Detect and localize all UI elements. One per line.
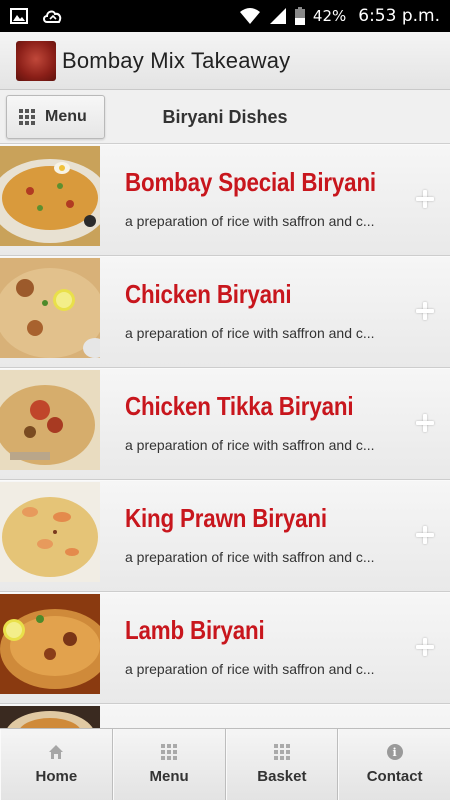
status-indicators: 42% 6:53 p.m. [239, 6, 440, 26]
nav-home-button[interactable]: Home [0, 729, 113, 800]
home-icon [48, 744, 64, 760]
grid-icon [161, 744, 178, 760]
status-notifications [10, 8, 64, 24]
wifi-icon [239, 8, 260, 24]
dish-description: a preparation of rice with saffron and c… [125, 213, 375, 229]
list-item[interactable]: Chicken Biryani a preparation of rice wi… [0, 256, 450, 368]
nav-contact-button[interactable]: i Contact [338, 729, 450, 800]
dish-thumbnail [0, 146, 100, 246]
plus-icon[interactable] [416, 638, 434, 656]
nav-basket-label: Basket [257, 768, 307, 785]
plus-icon[interactable] [416, 526, 434, 544]
plus-icon[interactable] [416, 414, 434, 432]
category-header: Menu Biryani Dishes [0, 90, 450, 144]
page-title: Biryani Dishes [162, 107, 288, 127]
grid-icon [19, 109, 35, 125]
dish-description: a preparation of rice with saffron and c… [125, 437, 375, 453]
dish-name: Bombay Special Biryani [125, 167, 376, 197]
list-item[interactable]: Lamb Biryani a preparation of rice with … [0, 592, 450, 704]
dish-description: a preparation of rice with saffron and c… [125, 325, 375, 341]
menu-button-label: Menu [45, 108, 87, 125]
dish-description: a preparation of rice with saffron and c… [125, 549, 375, 565]
nav-contact-label: Contact [366, 768, 423, 785]
dish-thumbnail [0, 258, 100, 358]
nav-menu-label: Menu [149, 768, 189, 785]
app-title: Bombay Mix Takeaway [62, 47, 291, 73]
dish-name: Chicken Biryani [125, 279, 292, 309]
status-time: 6:53 p.m. [358, 6, 440, 26]
dish-list: Bombay Special Biryani a preparation of … [0, 144, 450, 728]
dish-thumbnail [0, 594, 100, 694]
app-bar: Bombay Mix Takeaway [0, 32, 450, 90]
dish-name: King Prawn Biryani [125, 503, 327, 533]
battery-percent: 42% [312, 7, 347, 25]
signal-icon [269, 8, 286, 24]
dish-thumbnail [0, 370, 100, 470]
status-bar: 42% 6:53 p.m. [0, 0, 450, 32]
list-item[interactable]: Bombay Special Biryani a preparation of … [0, 144, 450, 256]
list-item[interactable] [0, 704, 450, 728]
list-item[interactable]: King Prawn Biryani a preparation of rice… [0, 480, 450, 592]
battery-icon [294, 7, 305, 25]
dish-description: a preparation of rice with saffron and c… [125, 661, 375, 677]
nav-home-label: Home [35, 768, 78, 785]
nav-menu-button[interactable]: Menu [112, 729, 226, 800]
app-logo [16, 40, 56, 81]
info-icon: i [386, 744, 403, 760]
cloud-upload-icon [43, 10, 62, 23]
plus-icon[interactable] [416, 302, 434, 320]
nav-basket-button[interactable]: Basket [225, 729, 339, 800]
image-notification-icon [10, 8, 28, 24]
list-item[interactable]: Chicken Tikka Biryani a preparation of r… [0, 368, 450, 480]
dish-thumbnail [0, 706, 100, 728]
grid-icon [273, 744, 290, 760]
menu-button[interactable]: Menu [6, 95, 105, 139]
plus-icon[interactable] [416, 190, 434, 208]
bottom-nav: Home Menu Basket i Contact [0, 728, 450, 800]
dish-name: Lamb Biryani [125, 615, 265, 645]
dish-name: Chicken Tikka Biryani [125, 391, 354, 421]
dish-thumbnail [0, 482, 100, 582]
